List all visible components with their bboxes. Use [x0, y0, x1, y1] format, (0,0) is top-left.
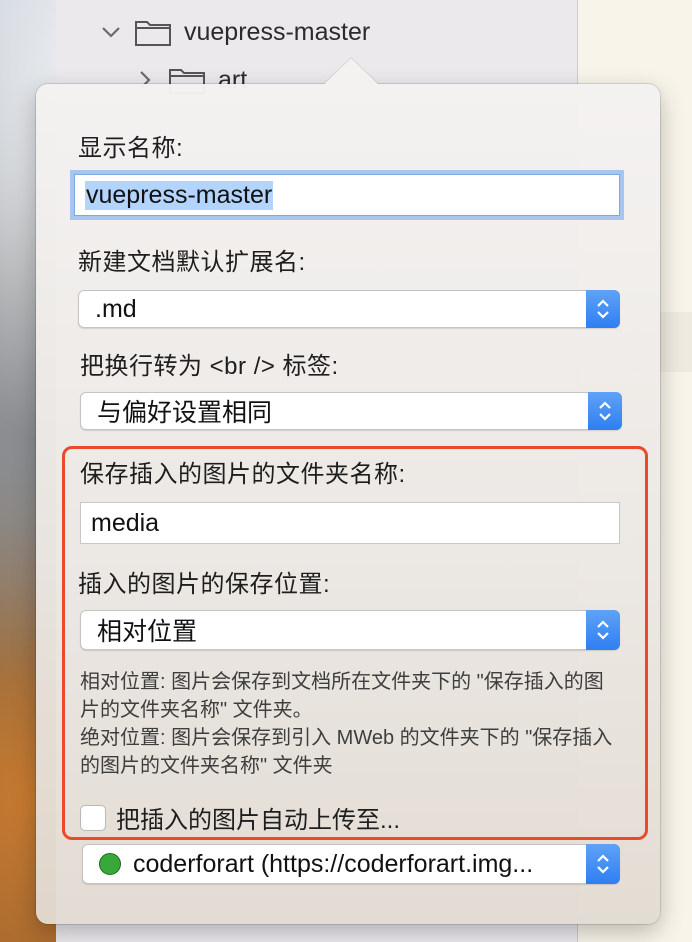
- image-folder-name-input[interactable]: media: [80, 502, 620, 544]
- default-extension-select[interactable]: .md: [78, 290, 620, 328]
- image-location-help: 相对位置: 图片会保存到文档所在文件夹下的 "保存插入的图片的文件夹名称" 文件…: [80, 668, 620, 780]
- chevron-down-icon[interactable]: [100, 21, 122, 43]
- updown-arrows-icon[interactable]: [586, 290, 620, 328]
- image-location-value: 相对位置: [97, 618, 198, 646]
- tree-item-vuepress-master[interactable]: vuepress-master: [100, 14, 370, 50]
- folder-icon: [134, 17, 172, 47]
- line-break-select[interactable]: 与偏好设置相同: [80, 392, 622, 430]
- image-location-select[interactable]: 相对位置: [80, 610, 620, 650]
- updown-arrows-icon[interactable]: [586, 610, 620, 650]
- display-name-label: 显示名称:: [78, 135, 184, 162]
- default-extension-value: .md: [95, 294, 137, 323]
- auto-upload-option[interactable]: 把插入的图片自动上传至...: [80, 800, 400, 835]
- line-break-value: 与偏好设置相同: [97, 399, 273, 427]
- upload-service-value: coderforart (https://coderforart.img...: [133, 849, 534, 878]
- popover-arrow: [323, 58, 379, 85]
- default-extension-label: 新建文档默认扩展名:: [78, 249, 306, 276]
- image-folder-name-label: 保存插入的图片的文件夹名称:: [80, 461, 406, 488]
- updown-arrows-icon[interactable]: [586, 844, 620, 884]
- auto-upload-label: 把插入的图片自动上传至...: [116, 807, 401, 834]
- auto-upload-checkbox[interactable]: [80, 804, 106, 831]
- tree-item-label: vuepress-master: [184, 17, 371, 46]
- help-absolute: 绝对位置: 图片会保存到引入 MWeb 的文件夹下的 "保存插入的图片的文件夹名…: [80, 727, 613, 777]
- image-location-label: 插入的图片的保存位置:: [78, 571, 331, 598]
- upload-service-select[interactable]: coderforart (https://coderforart.img...: [82, 844, 620, 884]
- line-break-label: 把换行转为 <br /> 标签:: [80, 353, 339, 380]
- status-dot-icon: [99, 853, 121, 875]
- display-name-input[interactable]: vuepress-master: [74, 174, 620, 216]
- updown-arrows-icon[interactable]: [588, 392, 622, 430]
- image-folder-name-value: media: [91, 508, 160, 537]
- help-relative: 相对位置: 图片会保存到文档所在文件夹下的 "保存插入的图片的文件夹名称" 文件…: [80, 671, 604, 721]
- display-name-value: vuepress-master: [85, 180, 274, 210]
